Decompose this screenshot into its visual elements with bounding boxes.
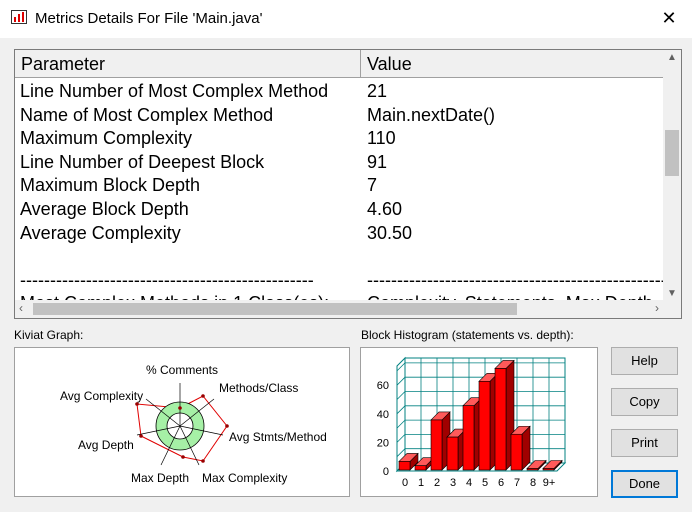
close-icon[interactable]: ✕ bbox=[646, 0, 692, 36]
title-bar: Metrics Details For File 'Main.java' ✕ bbox=[0, 0, 692, 38]
metrics-table: Parameter Value Line Number of Most Comp… bbox=[14, 49, 682, 319]
scroll-up-icon[interactable]: ▲ bbox=[663, 52, 681, 63]
histogram-panel: 0 20 40 60 0 1 2 3 4 5 6 7 8 9+ bbox=[360, 347, 598, 497]
kiviat-axis-label: Avg Depth bbox=[78, 438, 134, 452]
kiviat-axis-label: Avg Complexity bbox=[60, 389, 143, 403]
parameter-cell: Maximum Block Depth bbox=[20, 175, 201, 196]
value-cell: Main.nextDate() bbox=[367, 104, 496, 125]
parameter-cell: Name of Most Complex Method bbox=[20, 104, 274, 125]
parameter-cell: Line Number of Most Complex Method bbox=[20, 81, 329, 101]
help-button[interactable]: Help bbox=[611, 347, 678, 375]
histogram-bar bbox=[526, 468, 539, 471]
y-tick-label: 40 bbox=[377, 409, 389, 421]
scroll-left-icon[interactable]: ‹ bbox=[19, 301, 23, 315]
y-tick-label: 20 bbox=[377, 437, 389, 449]
x-tick-label: 5 bbox=[482, 477, 488, 489]
value-cell: 110 bbox=[367, 128, 396, 149]
histogram-bar bbox=[398, 461, 411, 471]
x-tick-label: 4 bbox=[466, 477, 472, 489]
parameter-cell: Average Block Depth bbox=[20, 198, 189, 219]
histogram-side-wall bbox=[396, 356, 406, 473]
histogram-bar bbox=[462, 405, 475, 471]
scroll-down-icon[interactable]: ▼ bbox=[663, 288, 681, 299]
horizontal-scrollbar[interactable]: ‹ › bbox=[15, 300, 681, 318]
kiviat-axis-label: Max Depth bbox=[131, 471, 189, 485]
kiviat-graph-panel: % Comments Methods/Class Avg Stmts/Metho… bbox=[14, 347, 350, 497]
done-button[interactable]: Done bbox=[611, 470, 678, 498]
value-cell: 21 bbox=[367, 81, 388, 101]
scroll-right-icon[interactable]: › bbox=[655, 301, 659, 315]
parameter-cell: Line Number of Deepest Block bbox=[20, 151, 265, 172]
block-histogram: 02040600 1 2 3 4 5 6 7 8 9+ bbox=[377, 356, 567, 489]
histogram-label: Block Histogram (statements vs. depth): bbox=[361, 328, 574, 342]
kiviat-axis-label: Max Complexity bbox=[202, 471, 287, 485]
histogram-bar bbox=[430, 419, 443, 471]
histogram-bar bbox=[510, 433, 523, 471]
histogram-bar bbox=[446, 436, 459, 471]
print-button[interactable]: Print bbox=[611, 429, 678, 457]
kiviat-graph-label: Kiviat Graph: bbox=[14, 328, 84, 342]
value-cell: 4.60 bbox=[367, 198, 403, 219]
parameter-cell: ----------------------------------------… bbox=[20, 269, 314, 290]
value-cell: ----------------------------------------… bbox=[367, 269, 663, 290]
x-tick-label: 0 bbox=[402, 477, 408, 489]
horizontal-scroll-thumb[interactable] bbox=[33, 303, 517, 315]
x-tick-label: 2 bbox=[434, 477, 440, 489]
parameter-cell: Maximum Complexity bbox=[20, 128, 193, 149]
column-header-value[interactable]: Value bbox=[361, 50, 663, 78]
x-tick-label: 3 bbox=[450, 477, 456, 489]
app-icon bbox=[11, 10, 27, 24]
column-header-parameter[interactable]: Parameter bbox=[15, 50, 361, 78]
value-cell: 91 bbox=[367, 151, 388, 172]
value-cell: 30.50 bbox=[367, 222, 413, 243]
x-tick-label: 1 bbox=[418, 477, 424, 489]
x-tick-label: 7 bbox=[514, 477, 520, 489]
kiviat-graph: % Comments Methods/Class Avg Stmts/Metho… bbox=[60, 363, 327, 485]
kiviat-axis-label: Methods/Class bbox=[219, 381, 298, 395]
value-cell: 7 bbox=[367, 175, 378, 196]
metrics-list-viewport: Parameter Value Line Number of Most Comp… bbox=[15, 50, 663, 301]
parameter-cell: Average Complexity bbox=[20, 222, 181, 243]
vertical-scroll-thumb[interactable] bbox=[665, 130, 679, 176]
histogram-bar bbox=[478, 381, 491, 471]
kiviat-axis-label: Avg Stmts/Method bbox=[229, 430, 327, 444]
histogram-bar bbox=[414, 465, 427, 471]
kiviat-axis-label: % Comments bbox=[146, 363, 218, 377]
x-tick-label: 9+ bbox=[543, 477, 556, 489]
histogram-bar bbox=[542, 468, 555, 471]
x-tick-label: 6 bbox=[498, 477, 504, 489]
vertical-scrollbar[interactable]: ▲ ▼ bbox=[663, 50, 681, 301]
window-title: Metrics Details For File 'Main.java' bbox=[35, 10, 263, 27]
x-tick-label: 8 bbox=[530, 477, 536, 489]
copy-button[interactable]: Copy bbox=[611, 388, 678, 416]
y-tick-label: 0 bbox=[383, 466, 389, 478]
y-tick-label: 60 bbox=[377, 380, 389, 392]
histogram-bar bbox=[494, 368, 507, 471]
